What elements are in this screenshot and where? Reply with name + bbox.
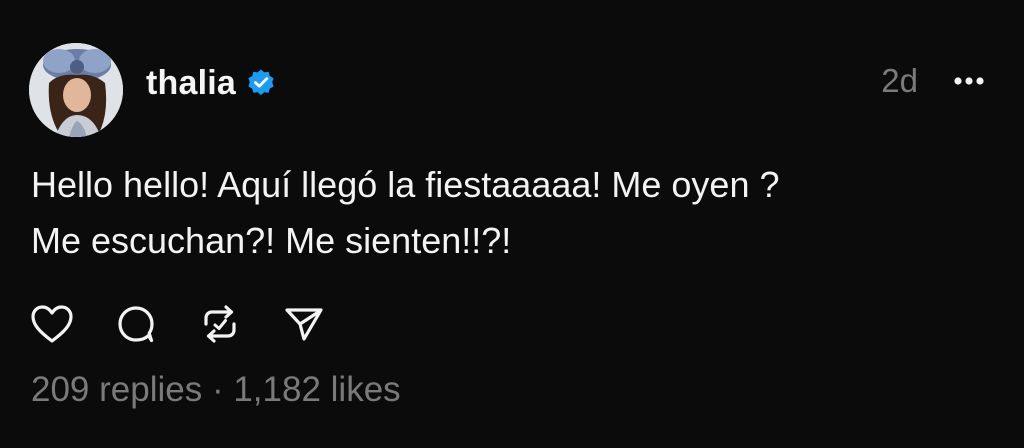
more-icon[interactable]: [948, 66, 990, 96]
replies-count-link[interactable]: 209 replies: [31, 370, 202, 409]
post-text-line: Hello hello! Aquí llegó la fiestaaaaa! M…: [31, 164, 780, 205]
profile-photo: [29, 43, 123, 137]
author-row: thalia: [146, 58, 276, 108]
heart-icon[interactable]: [28, 300, 76, 348]
post-text-line: Me escuchan?! Me sienten!!?!: [31, 220, 512, 261]
action-bar: [28, 300, 364, 348]
post-text: Hello hello! Aquí llegó la fiestaaaaa! M…: [31, 157, 991, 269]
comment-icon[interactable]: [112, 300, 160, 348]
post-stats: 209 replies · 1,182 likes: [31, 370, 401, 410]
repost-icon[interactable]: [196, 300, 244, 348]
verified-badge-icon: [246, 68, 276, 98]
thread-post: thalia 2d Hello hello! Aquí llegó la fie…: [0, 0, 1024, 448]
stats-separator: ·: [202, 370, 234, 409]
username[interactable]: thalia: [146, 64, 236, 103]
post-time: 2d: [881, 62, 918, 99]
likes-count-link[interactable]: 1,182 likes: [233, 370, 400, 409]
avatar[interactable]: [29, 43, 123, 137]
send-icon[interactable]: [280, 300, 328, 348]
